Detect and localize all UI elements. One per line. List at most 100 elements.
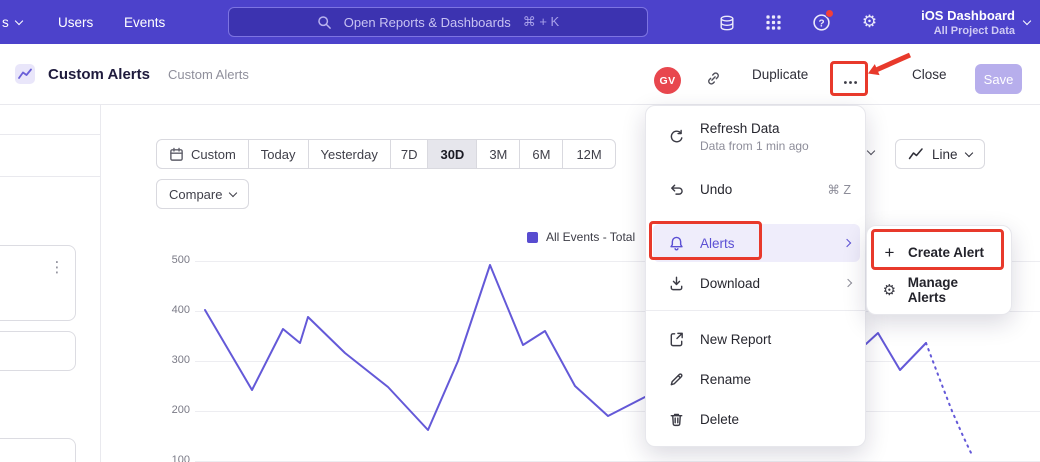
avatar[interactable]: GV [654,67,681,94]
calendar-icon [169,147,184,162]
nav-partial-label: s [2,15,9,30]
nav-item-partial[interactable]: s [2,0,22,44]
kebab-menu-icon[interactable]: ⋮ [49,258,65,276]
menu-sublabel: Data from 1 min ago [700,139,809,153]
date-3m-button[interactable]: 3M [476,139,520,169]
chevron-down-icon[interactable] [867,147,875,155]
search-shortcut: ⌘ + K [523,14,560,30]
close-button[interactable]: Close [912,44,947,104]
date-range-control: Custom Today Yesterday 7D 30D 3M 6M 12M [156,139,616,169]
duplicate-button[interactable]: Duplicate [752,44,808,104]
menu-item-undo[interactable]: Undo ⌘ Z [646,170,867,208]
sidebar-card[interactable] [0,245,76,321]
chevron-down-icon [229,188,237,196]
legend-item[interactable]: All Events - Total [527,230,635,244]
download-icon [668,275,685,292]
pencil-icon [668,371,685,388]
data-icon[interactable] [717,13,736,32]
search-input[interactable]: Open Reports & Dashboards ⌘ + K [228,7,648,37]
refresh-icon [668,129,685,146]
share-link-icon[interactable] [705,70,722,87]
gridline [195,361,1040,362]
y-axis-label: 500 [156,254,190,266]
sidebar-card[interactable] [0,438,76,462]
sidebar-card[interactable] [0,331,76,371]
report-header: Custom Alerts Custom Alerts GV Duplicate… [0,44,1040,105]
nav-item-users[interactable]: Users [58,0,93,44]
menu-item-new-report[interactable]: New Report [646,320,867,358]
project-switcher[interactable]: iOS Dashboard All Project Data [917,4,1034,40]
apps-grid-icon[interactable] [764,13,783,32]
y-axis-label: 300 [156,354,190,366]
settings-gear-icon[interactable]: ⚙ [860,13,879,32]
date-custom-button[interactable]: Custom [156,139,249,169]
menu-label: Create Alert [908,245,984,260]
chevron-down-icon [1023,16,1031,24]
chart-type-button[interactable]: Line [895,139,985,169]
chevron-right-icon [844,279,852,287]
save-button[interactable]: Save [975,64,1022,94]
trash-icon [668,411,685,428]
menu-label: Undo [700,182,732,197]
project-text: iOS Dashboard All Project Data [921,8,1015,37]
refresh-data-text: Refresh Data Data from 1 min ago [700,121,809,153]
compare-button[interactable]: Compare [156,179,249,209]
sidebar-separator [0,134,100,135]
date-12m-button[interactable]: 12M [562,139,615,169]
menu-item-refresh-data[interactable]: Refresh Data Data from 1 min ago [646,114,867,160]
undo-icon [668,181,685,198]
menu-item-download[interactable]: Download [646,264,867,302]
project-title: iOS Dashboard [921,8,1015,23]
menu-label: New Report [700,332,771,347]
date-6m-button[interactable]: 6M [519,139,563,169]
legend-label: All Events - Total [546,230,635,244]
chart-line-main [205,265,645,430]
date-30d-button[interactable]: 30D [427,139,477,169]
chevron-down-icon [964,148,972,156]
notification-dot [825,9,834,18]
report-type-icon [14,63,36,85]
date-7d-button[interactable]: 7D [390,139,429,169]
chevron-right-icon [843,239,851,247]
search-placeholder: Open Reports & Dashboards [344,15,511,30]
y-axis-label: 100 [156,454,190,462]
plus-icon: + [882,244,897,261]
date-today-button[interactable]: Today [248,139,309,169]
menu-item-create-alert[interactable]: + Create Alert [873,235,1007,269]
project-subtitle: All Project Data [921,25,1015,37]
menu-label: Alerts [700,236,735,251]
sidebar-separator [0,176,100,177]
menu-item-manage-alerts[interactable]: ⚙ Manage Alerts [873,273,1007,307]
context-menu: Refresh Data Data from 1 min ago Undo ⌘ … [645,105,866,447]
date-yesterday-button[interactable]: Yesterday [308,139,391,169]
gridline [195,411,1040,412]
sidebar-divider [100,105,101,462]
menu-label: Rename [700,372,751,387]
help-icon[interactable]: ? [812,13,831,32]
menu-label: Manage Alerts [908,275,998,305]
menu-item-delete[interactable]: Delete [646,400,867,438]
chart-type-label: Line [932,147,958,162]
breadcrumb: Custom Alerts [168,44,249,104]
date-custom-label: Custom [191,147,236,162]
more-options-button[interactable] [835,68,865,97]
y-axis-label: 400 [156,304,190,316]
menu-item-alerts[interactable]: Alerts [653,224,860,262]
compare-label: Compare [169,187,222,202]
y-axis-label: 200 [156,404,190,416]
new-report-icon [668,331,685,348]
nav-item-events[interactable]: Events [124,0,165,44]
menu-label: Download [700,276,760,291]
alerts-submenu: + Create Alert ⚙ Manage Alerts [866,225,1012,315]
ellipsis-icon [842,74,859,91]
menu-item-rename[interactable]: Rename [646,360,867,398]
gear-icon: ⚙ [882,283,897,298]
chevron-down-icon [15,16,23,24]
app-root: s Users Events Open Reports & Dashboards… [0,0,1040,462]
top-nav: s Users Events Open Reports & Dashboards… [0,0,1040,44]
legend-swatch [527,232,538,243]
chart-line-right [866,333,926,370]
search-icon [317,15,332,30]
bell-icon [668,235,685,252]
svg-text:?: ? [818,18,824,29]
